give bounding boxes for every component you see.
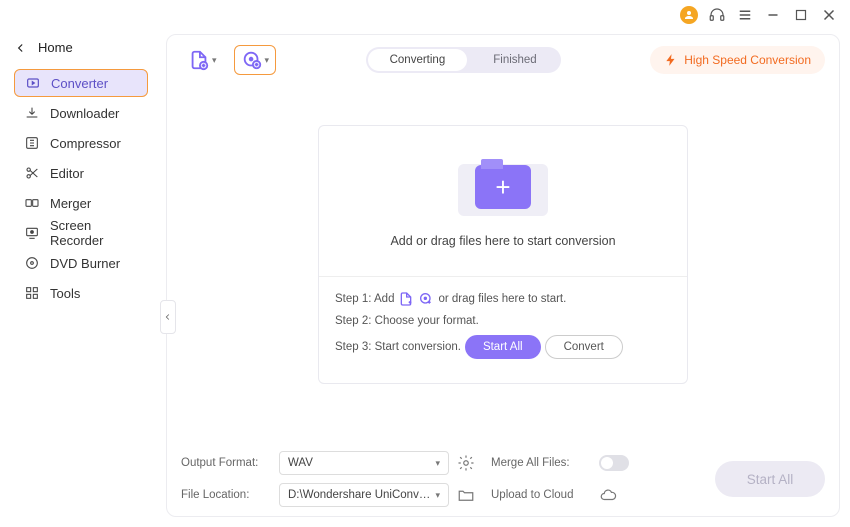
sidebar-collapse[interactable] (160, 300, 176, 334)
sidebar-item-label: Merger (50, 196, 91, 211)
lightning-icon (664, 53, 678, 67)
output-format-select[interactable]: WAV ▾ (279, 451, 449, 475)
sidebar-item-label: Editor (50, 166, 84, 181)
sidebar-item-merger[interactable]: Merger (14, 189, 148, 217)
chevron-down-icon: ▾ (435, 458, 440, 469)
close-button[interactable] (820, 6, 838, 24)
step-1: Step 1: Add or drag files here to start. (335, 291, 671, 307)
output-format-label: Output Format: (181, 457, 271, 469)
sidebar-item-editor[interactable]: Editor (14, 159, 148, 187)
sidebar-item-dvd-burner[interactable]: DVD Burner (14, 249, 148, 277)
sidebar-item-label: DVD Burner (50, 256, 120, 271)
add-disc-icon[interactable] (418, 291, 434, 307)
drop-hint: Add or drag files here to start conversi… (390, 234, 615, 248)
add-file-icon[interactable] (398, 291, 414, 307)
add-disc-icon (241, 49, 263, 71)
merge-files-label: Merge All Files: (491, 457, 591, 469)
sidebar-item-converter[interactable]: Converter (14, 69, 148, 97)
add-dvd-button[interactable]: ▾ (234, 45, 277, 75)
tab-finished[interactable]: Finished (469, 47, 560, 73)
disc-icon (24, 255, 40, 271)
record-icon (24, 225, 40, 241)
cloud-icon[interactable] (599, 486, 617, 504)
plus-icon: + (495, 172, 510, 203)
sidebar-item-compressor[interactable]: Compressor (14, 129, 148, 157)
start-all-button-small[interactable]: Start All (465, 335, 541, 359)
download-icon (24, 105, 40, 121)
merge-files-toggle[interactable] (599, 455, 629, 471)
settings-icon[interactable] (457, 454, 475, 472)
status-tabs: Converting Finished (366, 47, 561, 73)
open-folder-icon[interactable] (457, 486, 475, 504)
chevron-left-icon (14, 41, 28, 55)
add-file-button[interactable]: ▾ (181, 45, 224, 75)
start-all-button[interactable]: Start All (715, 461, 825, 497)
sidebar-item-label: Converter (51, 76, 108, 91)
maximize-button[interactable] (792, 6, 810, 24)
sidebar-item-screen-recorder[interactable]: Screen Recorder (14, 219, 148, 247)
file-location-select[interactable]: D:\Wondershare UniConverter 1 ▾ (279, 483, 449, 507)
drop-zone[interactable]: + Add or drag files here to start conver… (319, 126, 687, 276)
scissors-icon (24, 165, 40, 181)
chevron-left-icon (163, 312, 173, 322)
minimize-button[interactable] (764, 6, 782, 24)
grid-icon (24, 285, 40, 301)
converter-icon (25, 75, 41, 91)
home-back[interactable]: Home (14, 40, 148, 55)
sidebar-item-tools[interactable]: Tools (14, 279, 148, 307)
home-label: Home (38, 40, 73, 55)
user-avatar[interactable] (680, 6, 698, 24)
high-speed-label: High Speed Conversion (684, 53, 811, 67)
chevron-down-icon: ▾ (435, 490, 440, 501)
sidebar-item-downloader[interactable]: Downloader (14, 99, 148, 127)
folder-illustration: + (458, 154, 548, 220)
merge-icon (24, 195, 40, 211)
chevron-down-icon: ▾ (212, 55, 217, 66)
drop-panel: + Add or drag files here to start conver… (318, 125, 688, 384)
sidebar-item-label: Screen Recorder (50, 218, 138, 248)
compress-icon (24, 135, 40, 151)
tab-converting[interactable]: Converting (368, 49, 468, 71)
sidebar-item-label: Tools (50, 286, 80, 301)
convert-button[interactable]: Convert (545, 335, 623, 359)
step-2: Step 2: Choose your format. (335, 315, 671, 327)
menu-icon[interactable] (736, 6, 754, 24)
upload-cloud-label: Upload to Cloud (491, 489, 591, 501)
chevron-down-icon: ▾ (265, 55, 270, 66)
headset-icon[interactable] (708, 6, 726, 24)
sidebar-item-label: Downloader (50, 106, 119, 121)
add-file-icon (188, 49, 210, 71)
high-speed-badge[interactable]: High Speed Conversion (650, 46, 825, 74)
step-3: Step 3: Start conversion. Start All Conv… (335, 335, 671, 359)
file-location-label: File Location: (181, 489, 271, 501)
sidebar-item-label: Compressor (50, 136, 121, 151)
